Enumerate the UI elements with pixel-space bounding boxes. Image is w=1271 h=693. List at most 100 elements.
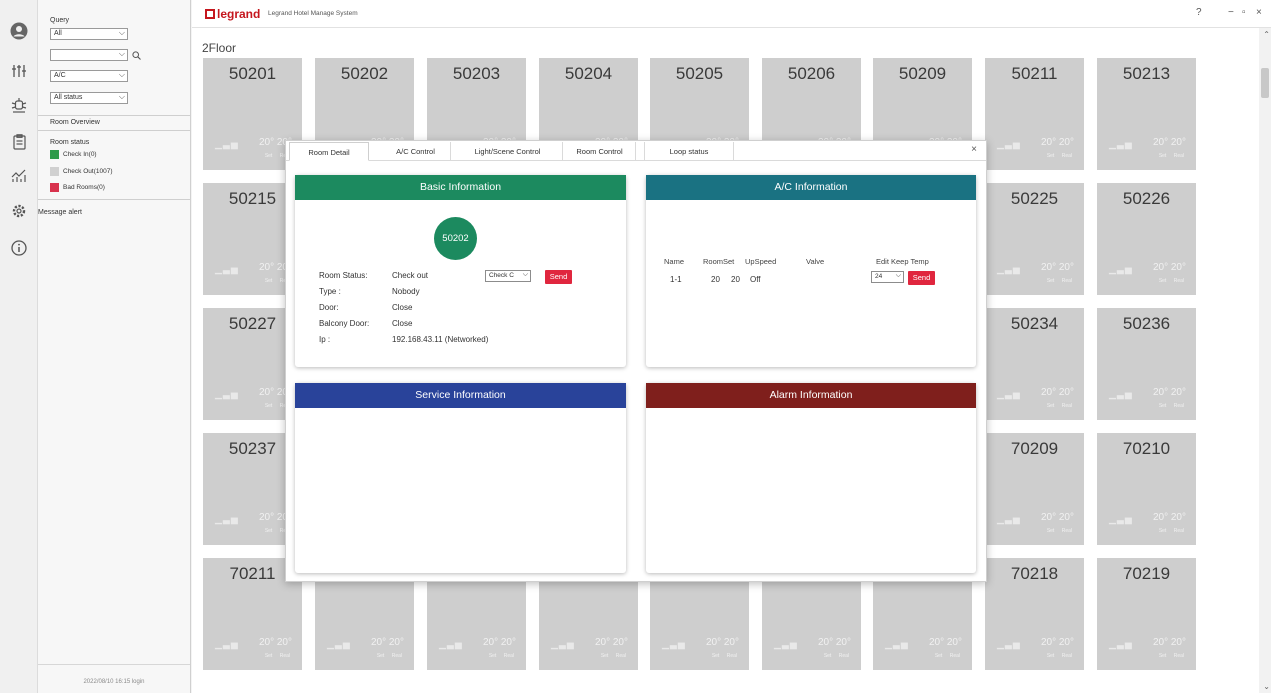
status-select[interactable]: All status ⌵ [50, 92, 128, 104]
signal-bars-icon: ▁▃▅ [997, 389, 1021, 399]
signal-bars-icon: ▁▃▅ [997, 639, 1021, 649]
tile-temp-labels: Set Real [1046, 403, 1072, 409]
query-select[interactable]: All ⌵ [50, 28, 128, 40]
signal-bars-icon: ▁▃▅ [215, 389, 239, 399]
tile-temperatures: 20° 20° [928, 637, 962, 648]
restore-button[interactable]: ▫ [1242, 7, 1246, 18]
room-search-select[interactable]: ⌵ [50, 49, 128, 61]
room-number: 70219 [1122, 564, 1171, 583]
tab-light-scene-control[interactable]: Light/Scene Control [453, 142, 563, 161]
room-tile[interactable]: 50236 ▁▃▅ 20° 20° Set Real [1097, 308, 1196, 420]
tile-temp-labels: Set Real [264, 653, 290, 659]
signal-bars-icon: ▁▃▅ [1109, 389, 1133, 399]
divider [38, 664, 190, 665]
tile-temperatures: 20° 20° [1040, 512, 1074, 523]
tab-loop-status[interactable]: Loop status [644, 142, 734, 161]
signal-bars-icon: ▁▃▅ [1109, 139, 1133, 149]
tile-temp-labels: Set Real [376, 653, 402, 659]
tile-temp-labels: Set Real [1158, 278, 1184, 284]
tile-temperatures: 20° 20° [1152, 387, 1186, 398]
room-status-select[interactable]: Check C ⌵ [485, 270, 531, 282]
close-button[interactable]: × [1256, 7, 1262, 18]
signal-bars-icon: ▁▃▅ [215, 264, 239, 274]
ac-info-card: A/C Information Name RoomSet UpSpeed Val… [646, 175, 976, 367]
room-number: 70218 [1010, 564, 1059, 583]
service-info-header: Service Information [295, 383, 626, 408]
app-title: Legrand Hotel Manage System [268, 10, 358, 17]
tile-temp-labels: Set Real [1158, 153, 1184, 159]
query-label: Query [50, 17, 70, 24]
scrollbar[interactable]: ⌃ ⌄ [1259, 28, 1271, 693]
tab-ac-control[interactable]: A/C Control [381, 142, 451, 161]
divider [38, 199, 190, 200]
tile-temperatures: 20° 20° [705, 637, 739, 648]
legend-label: Bad Rooms(0) [63, 184, 105, 191]
room-number: 50202 [340, 64, 389, 83]
ac-header-roomset: RoomSet [703, 257, 735, 266]
minimize-button[interactable]: − [1228, 7, 1234, 18]
room-number: 50211 [1011, 64, 1058, 83]
keep-temp-select[interactable]: 24 ⌵ [871, 271, 904, 283]
room-tile[interactable]: 70210 ▁▃▅ 20° 20° Set Real [1097, 433, 1196, 545]
signal-bars-icon: ▁▃▅ [439, 639, 463, 649]
tile-temp-labels: Set Real [711, 653, 737, 659]
chevron-down-icon: ⌵ [118, 28, 125, 37]
field-key: Ip : [319, 335, 331, 344]
tile-temperatures: 20° 20° [1152, 512, 1186, 523]
chevron-down-icon: ⌵ [118, 92, 125, 101]
room-overview-label[interactable]: Room Overview [50, 119, 100, 126]
signal-bars-icon: ▁▃▅ [662, 639, 686, 649]
scroll-thumb[interactable] [1261, 68, 1269, 98]
search-icon[interactable] [132, 51, 141, 62]
tile-temp-labels: Set Real [1046, 653, 1072, 659]
tile-temp-labels: Set Real [823, 653, 849, 659]
room-number: 50226 [1122, 189, 1171, 208]
device-type-value: A/C [54, 72, 66, 79]
check-in-swatch [50, 150, 59, 159]
sliders-icon[interactable] [9, 61, 29, 81]
tab-room-detail[interactable]: Room Detail [289, 142, 369, 161]
room-tile[interactable]: 70218 ▁▃▅ 20° 20° Set Real [985, 558, 1084, 670]
room-tile[interactable]: 50226 ▁▃▅ 20° 20° Set Real [1097, 183, 1196, 295]
legend-bad-rooms: Bad Rooms(0) [50, 183, 105, 192]
room-tile[interactable]: 70209 ▁▃▅ 20° 20° Set Real [985, 433, 1084, 545]
room-tile[interactable]: 70219 ▁▃▅ 20° 20° Set Real [1097, 558, 1196, 670]
chart-icon[interactable] [9, 165, 29, 185]
gear-icon[interactable] [9, 201, 29, 221]
dialog-close-button[interactable]: × [971, 144, 977, 155]
room-detail-dialog: Room Detail A/C Control Light/Scene Cont… [285, 140, 987, 582]
tile-temp-labels: Set Real [1158, 403, 1184, 409]
ac-header-valve: Valve [806, 257, 825, 266]
clipboard-icon[interactable] [9, 132, 29, 152]
user-icon[interactable] [9, 21, 29, 41]
tab-room-control[interactable]: Room Control [564, 142, 636, 161]
info-icon[interactable] [9, 238, 29, 258]
service-info-card: Service Information [295, 383, 626, 573]
tile-temperatures: 20° 20° [1040, 387, 1074, 398]
bug-icon[interactable] [9, 95, 29, 115]
basic-info-card: Basic Information 50202 Room Status: Chec… [295, 175, 626, 367]
help-icon[interactable]: ? [1196, 7, 1202, 18]
field-key: Door: [319, 303, 339, 312]
room-tile[interactable]: 50213 ▁▃▅ 20° 20° Set Real [1097, 58, 1196, 170]
tile-temperatures: 20° 20° [1152, 637, 1186, 648]
ac-send-button[interactable]: Send [908, 271, 935, 285]
tile-temp-labels: Set Real [1046, 153, 1072, 159]
room-tile[interactable]: 50234 ▁▃▅ 20° 20° Set Real [985, 308, 1084, 420]
signal-bars-icon: ▁▃▅ [997, 514, 1021, 524]
signal-bars-icon: ▁▃▅ [215, 139, 239, 149]
tile-temperatures: 20° 20° [817, 637, 851, 648]
scroll-down-icon[interactable]: ⌄ [1263, 682, 1270, 691]
room-tile[interactable]: 50225 ▁▃▅ 20° 20° Set Real [985, 183, 1084, 295]
chevron-down-icon: ⌵ [895, 272, 901, 279]
message-alert-label[interactable]: Message alert [38, 209, 82, 216]
room-number: 50209 [898, 64, 947, 83]
device-type-select[interactable]: A/C ⌵ [50, 70, 128, 82]
logo-mark [205, 8, 215, 19]
status-select-value: All status [54, 94, 83, 101]
room-tile[interactable]: 50211 ▁▃▅ 20° 20° Set Real [985, 58, 1084, 170]
status-send-button[interactable]: Send [545, 270, 572, 284]
title-bar: legrand Legrand Hotel Manage System ? − … [192, 0, 1271, 28]
signal-bars-icon: ▁▃▅ [215, 514, 239, 524]
scroll-up-icon[interactable]: ⌃ [1263, 30, 1270, 39]
